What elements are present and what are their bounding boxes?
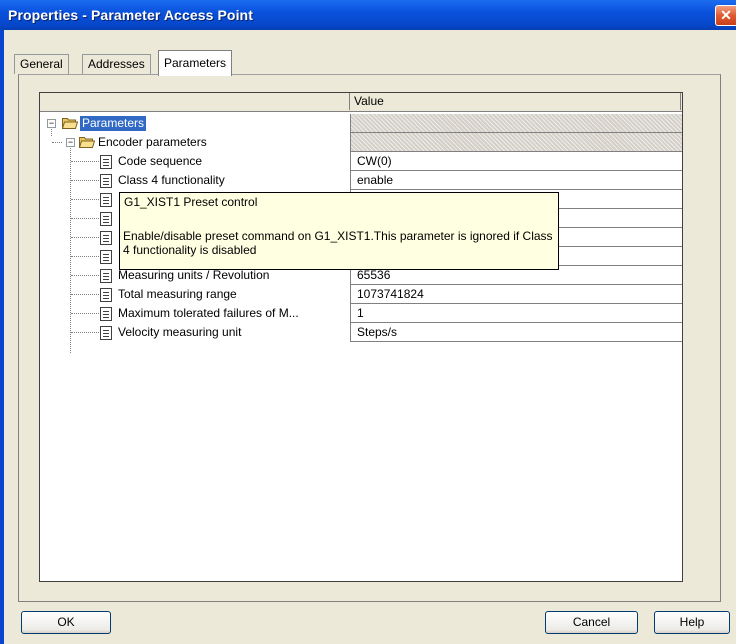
tree-label-parameters: Parameters [80,116,147,131]
ok-button[interactable]: OK [21,611,111,634]
tab-label: Addresses [88,57,145,71]
value-cell[interactable]: CW(0) [350,152,682,171]
parameter-icon [100,307,112,321]
tree-row-code-sequence[interactable]: Code sequence CW(0) [40,152,682,171]
tab-general[interactable]: General [14,54,69,74]
parameter-icon [100,155,112,169]
grid-header: Value [40,93,682,112]
tooltip: G1_XIST1 Preset control Enable/disable p… [119,192,559,270]
parameter-icon [100,174,112,188]
parameter-icon [100,212,112,226]
tab-label: Parameters [164,56,227,70]
value-cell [350,133,682,152]
tree-row-total-measuring-range[interactable]: Total measuring range 1073741824 [40,285,682,304]
close-button[interactable]: ✕ [715,5,736,26]
parameter-icon [100,326,112,340]
folder-open-icon [62,118,78,129]
cancel-button[interactable]: Cancel [545,611,638,634]
tree-row-max-tolerated-failures[interactable]: Maximum tolerated failures of M... 1 [40,304,682,323]
parameter-label: Maximum tolerated failures of M... [118,306,299,320]
header-name-column[interactable] [40,93,350,110]
header-value-column[interactable]: Value [350,93,681,110]
value-cell[interactable]: 1 [350,304,682,323]
help-button[interactable]: Help [654,611,730,634]
parameter-icon [100,288,112,302]
tab-parameters[interactable]: Parameters [158,50,233,76]
close-icon: ✕ [720,7,732,23]
parameter-label: Total measuring range [118,287,237,301]
tooltip-body: Enable/disable preset command on G1_XIST… [123,229,553,257]
folder-open-icon [79,137,95,148]
value-cell[interactable]: enable [350,171,682,190]
window-title: Properties - Parameter Access Point [8,7,253,23]
parameter-icon [100,193,112,207]
tree-row-root[interactable]: − Parameters [40,114,682,133]
collapse-toggle[interactable]: − [66,138,75,147]
value-cell[interactable]: Steps/s [350,323,682,342]
parameter-label: Velocity measuring unit [118,325,242,339]
value-cell [350,114,682,133]
tab-label: General [20,57,63,71]
tree-row-encoder-parameters[interactable]: − Encoder parameters [40,133,682,152]
parameter-label: Class 4 functionality [118,173,225,187]
collapse-toggle[interactable]: − [47,119,56,128]
tab-addresses[interactable]: Addresses [82,54,151,74]
tree-row-class4-functionality[interactable]: Class 4 functionality enable [40,171,682,190]
window-frame-left [0,30,4,644]
parameter-icon [100,231,112,245]
tooltip-title: G1_XIST1 Preset control [124,195,258,209]
parameter-icon [100,250,112,264]
value-cell[interactable]: 1073741824 [350,285,682,304]
parameter-label: Code sequence [118,154,203,168]
tree-label-encoder-parameters: Encoder parameters [98,135,207,149]
title-bar: Properties - Parameter Access Point ✕ [0,0,736,30]
tree-row-velocity-unit[interactable]: Velocity measuring unit Steps/s [40,323,682,342]
parameter-icon [100,269,112,283]
parameter-grid[interactable]: Value − Parameters − Encoder parameters … [39,92,683,582]
